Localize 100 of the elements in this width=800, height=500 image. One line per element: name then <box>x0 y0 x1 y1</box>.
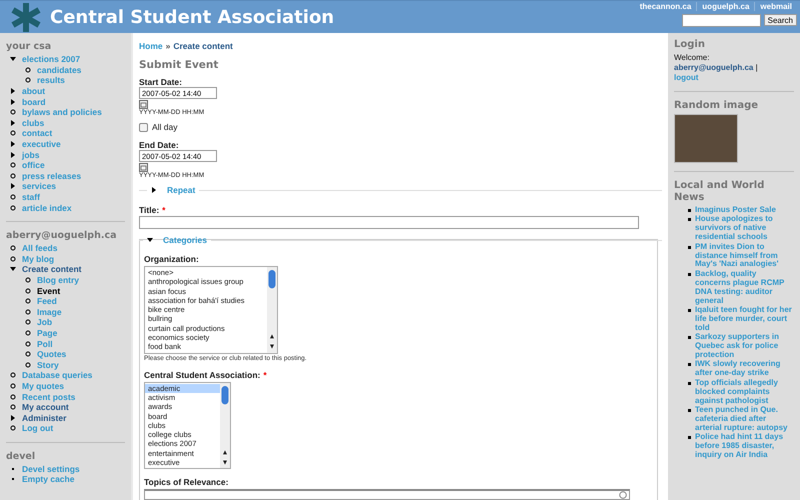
menu-link[interactable]: Story <box>37 360 59 370</box>
menu-link[interactable]: All feeds <box>22 243 58 254</box>
site-title: Central Student Association <box>50 6 334 28</box>
menu-link[interactable]: clubs <box>22 118 44 128</box>
circle-bullet-icon <box>25 340 31 347</box>
menu-link[interactable]: Poll <box>37 338 53 349</box>
menu-link[interactable]: My account <box>22 402 69 412</box>
scrollbar-drawing[interactable] <box>267 267 277 353</box>
topics-field[interactable] <box>144 489 630 500</box>
menu-link[interactable]: Administer <box>22 412 66 423</box>
menu-link[interactable]: elections 2007 <box>22 54 80 64</box>
menu-link[interactable]: Recent posts <box>22 392 76 402</box>
menu-link[interactable]: board <box>22 96 46 107</box>
circle-bullet-icon <box>25 351 31 358</box>
news-link[interactable]: PM invites Dion to distance himself from May's 'Nazi analogies' <box>695 242 794 270</box>
menu-link[interactable]: Job <box>37 317 52 328</box>
circle-bullet-icon <box>10 109 16 116</box>
menu-link[interactable]: office <box>22 160 45 170</box>
collapsed-triangle-icon <box>10 414 16 421</box>
expanded-triangle-icon <box>10 266 16 272</box>
circle-bullet-icon <box>25 330 31 336</box>
menu-link[interactable]: Image <box>37 306 62 317</box>
menu-link[interactable]: article index <box>22 202 72 213</box>
menu-link[interactable]: Database queries <box>22 370 92 380</box>
field-label: Central Student Association: <box>144 370 260 380</box>
user-link[interactable]: aberry@uoguelph.ca <box>674 63 754 72</box>
fieldset-toggle[interactable]: Repeat <box>151 185 196 195</box>
menu-link[interactable]: about <box>22 86 46 96</box>
menu-link[interactable]: Feed <box>37 296 57 306</box>
menu-link[interactable]: contact <box>22 128 52 138</box>
block-title: devel <box>6 450 36 462</box>
circle-bullet-icon <box>10 204 16 211</box>
breadcrumb-link[interactable]: Home <box>139 41 163 51</box>
collapsed-triangle-icon <box>10 120 16 126</box>
menu-link[interactable]: Page <box>37 328 58 338</box>
circle-bullet-icon <box>25 288 31 294</box>
breadcrumb-separator: » <box>166 41 170 51</box>
news-link[interactable]: Iqaluit teen fought for her life before murder, court told <box>695 306 794 333</box>
news-link[interactable]: Police had hint 11 days before 1985 disaster, inquiry on Air India <box>695 433 794 460</box>
calendar-icon[interactable] <box>139 163 148 172</box>
menu-link[interactable]: Log out <box>22 423 54 434</box>
menu-link[interactable]: Quotes <box>37 349 66 360</box>
circle-bullet-icon <box>10 382 16 389</box>
field-label: End Date: <box>139 140 179 150</box>
menu-link[interactable]: My quotes <box>22 380 64 391</box>
checkbox-label: All day <box>152 122 178 132</box>
circle-bullet-icon <box>25 362 31 368</box>
news-link[interactable]: Teen punched in Que. cafeteria died after arterial rupture: autopsy <box>695 406 794 433</box>
search-field[interactable] <box>682 14 761 27</box>
news-link[interactable]: House apologizes to survivors of native residential schools <box>695 215 794 242</box>
expanded-triangle-icon <box>147 237 153 243</box>
bullet-icon <box>688 436 691 440</box>
block-title: your csa <box>6 41 52 52</box>
menu-link[interactable]: My blog <box>22 254 54 264</box>
circle-bullet-icon <box>25 77 31 84</box>
field-label: Topics of Relevance: <box>144 477 228 488</box>
circle-bullet-icon <box>25 319 31 326</box>
news-link[interactable]: Imaginus Poster Sale <box>695 206 776 215</box>
bullet-icon <box>688 336 691 340</box>
fieldset-toggle[interactable]: Categories <box>147 235 207 245</box>
block-title: Login <box>674 39 706 51</box>
title-field[interactable] <box>139 216 639 229</box>
news-link[interactable]: IWK slowly recovering after one-day strike <box>695 360 794 378</box>
circle-bullet-icon <box>25 66 31 73</box>
header-link[interactable]: webmail <box>754 2 797 11</box>
scrollbar-drawing[interactable] <box>220 382 230 468</box>
collapsed-triangle-icon <box>10 183 16 190</box>
menu-link[interactable]: jobs <box>22 150 40 160</box>
header-link[interactable]: thecannon.ca <box>634 2 696 11</box>
menu-link[interactable]: Create content <box>22 264 82 274</box>
menu-link[interactable]: services <box>22 181 56 192</box>
menu-link[interactable]: candidates <box>37 64 82 75</box>
circle-bullet-icon <box>10 372 16 378</box>
menu-link[interactable]: executive <box>22 139 61 150</box>
circle-bullet-icon <box>10 172 16 179</box>
circle-bullet-icon <box>10 256 16 262</box>
menu-link[interactable]: results <box>37 75 65 86</box>
circle-icon <box>619 491 627 500</box>
news-link[interactable]: Backlog, quality concerns plague RCMP DNA testing: auditor general <box>695 270 794 306</box>
menu-link[interactable]: staff <box>22 192 40 202</box>
field-label: Title: <box>139 205 160 215</box>
circle-bullet-icon <box>25 276 31 283</box>
header-link[interactable]: uoguelph.ca <box>696 2 754 11</box>
breadcrumb-link[interactable]: Create content <box>173 41 233 51</box>
field-label: Organization: <box>144 254 199 264</box>
menu-link[interactable]: Event <box>37 286 60 296</box>
menu-link[interactable]: press releases <box>22 170 82 181</box>
menu-link[interactable]: Empty cache <box>22 474 74 484</box>
logout-link[interactable]: logout <box>674 73 698 82</box>
checkbox[interactable] <box>139 122 148 132</box>
circle-bullet-icon <box>10 245 16 252</box>
menu-link[interactable]: Devel settings <box>22 464 80 474</box>
menu-link[interactable]: Blog entry <box>37 274 80 285</box>
circle-bullet-icon <box>10 194 16 200</box>
search-button[interactable]: Search <box>764 14 797 26</box>
calendar-icon[interactable] <box>139 100 148 109</box>
news-link[interactable]: Sarkozy supporters in Quebec ask for police protection <box>695 333 794 360</box>
news-link[interactable]: Top officials allegedly blocked complaints against pathologist <box>695 378 794 406</box>
circle-bullet-icon <box>10 130 16 136</box>
menu-link[interactable]: bylaws and policies <box>22 107 102 118</box>
